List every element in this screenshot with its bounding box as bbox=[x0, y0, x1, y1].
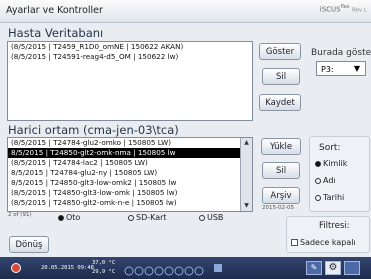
gear-icon[interactable]: ⚙ bbox=[325, 261, 341, 275]
filter-title: Filtresi: bbox=[319, 221, 350, 231]
window-title: Ayarlar ve Kontroller bbox=[6, 5, 103, 16]
delete-patient-button[interactable]: Sil bbox=[262, 68, 300, 85]
chevron-down-icon: ▼ bbox=[353, 64, 360, 73]
checkbox-icon bbox=[291, 239, 298, 246]
source-usb-radio[interactable]: USB bbox=[199, 213, 223, 222]
source-usb-label: USB bbox=[207, 213, 224, 222]
patient-db-title: Hasta Veritabanı bbox=[8, 26, 104, 40]
list-item[interactable]: 8/5/2015 | T24784-glu2-ny | 150805 LW) bbox=[8, 168, 252, 178]
sort-date-label: Tarihi bbox=[323, 193, 345, 202]
source-sd-label: SD-Kart bbox=[136, 213, 167, 222]
source-sd-radio[interactable]: SD-Kart bbox=[128, 213, 167, 222]
patient-db-list[interactable]: (8/5/2015 | T2459_R1D0_omNE | 150622 AKA… bbox=[7, 41, 253, 121]
radio-checked-icon bbox=[58, 215, 64, 221]
vial-icon bbox=[214, 264, 222, 272]
external-media-list[interactable]: (8/5/2015 | T24784-glu2-omko | 150805 LW… bbox=[7, 137, 253, 212]
power-icon[interactable] bbox=[11, 263, 21, 273]
list-item[interactable]: (8/5/2015 | T2459_R1D0_omNE | 150622 AKA… bbox=[8, 42, 252, 52]
brand-rev: Rev L bbox=[351, 7, 367, 14]
title-bar: Ayarlar ve Kontroller iSCUSflex Rev L bbox=[0, 0, 371, 23]
status-taskbar: 20.05.2015 09:48 37,0 °C 29,9 °C ✎ ⚙ bbox=[0, 257, 371, 279]
sort-title: Sort: bbox=[319, 143, 341, 153]
temperature-bottom: 29,9 °C bbox=[92, 269, 116, 275]
scroll-up-icon[interactable]: ▲ bbox=[241, 138, 252, 148]
only-closed-label: Sadece kapalı bbox=[300, 238, 356, 247]
list-item[interactable]: (8/5/2015 | T24784-glu2-omko | 150805 LW… bbox=[8, 138, 252, 148]
radio-unchecked-icon bbox=[199, 215, 205, 221]
sort-group: Sort: Kimlik Adı Tarihi bbox=[309, 136, 370, 212]
archive-date: 2015-02-05 bbox=[262, 205, 294, 211]
external-media-rows: (8/5/2015 | T24784-glu2-omko | 150805 LW… bbox=[8, 138, 252, 208]
radio-unchecked-icon bbox=[128, 215, 134, 221]
sort-date-radio[interactable]: Tarihi bbox=[315, 193, 344, 202]
only-closed-checkbox[interactable]: Sadece kapalı bbox=[291, 238, 356, 247]
list-item[interactable]: 8/5/2015 | T24850-glt3-low-omk2 | 150805… bbox=[8, 178, 252, 188]
sort-id-radio[interactable]: Kimlik bbox=[315, 159, 347, 168]
brand-name: iSCUS bbox=[319, 5, 341, 14]
scroll-down-icon[interactable]: ▼ bbox=[241, 201, 252, 211]
external-media-title: Harici ortam (cma-jen-03\tca) bbox=[8, 123, 179, 137]
sort-id-label: Kimlik bbox=[323, 159, 348, 168]
source-auto-radio[interactable]: Oto bbox=[58, 213, 80, 222]
archive-button[interactable]: Arşiv bbox=[262, 187, 300, 204]
radio-checked-icon bbox=[315, 161, 321, 167]
dropdown-value: P3: bbox=[321, 65, 334, 74]
list-item[interactable]: (8/5/2015 | T24850-glt3-low-omk | 150805… bbox=[8, 188, 252, 198]
brand-sup: flex bbox=[340, 4, 350, 10]
list-item[interactable]: (8/5/2015 | T24591-reag4-d5_OM | 150622 … bbox=[8, 52, 252, 62]
radio-unchecked-icon bbox=[315, 195, 321, 201]
radio-unchecked-icon bbox=[315, 178, 321, 184]
item-count: 2 of (91) bbox=[8, 212, 32, 218]
delete-media-button[interactable]: Sil bbox=[262, 162, 300, 179]
edit-icon[interactable]: ✎ bbox=[306, 261, 322, 275]
filter-group: Filtresi: Sadece kapalı bbox=[286, 216, 370, 253]
sample-slots-icon bbox=[123, 262, 211, 276]
list-scrollbar[interactable]: ▲ ▼ bbox=[240, 138, 252, 211]
list-item[interactable]: 8/5/2015 | T24850-glt2-omk-nma | 150805 … bbox=[8, 148, 252, 158]
back-button[interactable]: Dönüş bbox=[9, 236, 49, 253]
screen-icon[interactable] bbox=[344, 261, 360, 275]
temperature-top: 37,0 °C bbox=[92, 260, 116, 266]
source-auto-label: Oto bbox=[66, 213, 81, 222]
sort-name-label: Adı bbox=[323, 176, 336, 185]
show-here-label: Burada göster bbox=[311, 48, 371, 58]
taskbar-datetime: 20.05.2015 09:48 bbox=[41, 265, 94, 271]
save-button[interactable]: Kaydet bbox=[259, 94, 301, 111]
load-button[interactable]: Yükle bbox=[261, 138, 301, 155]
list-item[interactable]: (8/5/2015 | T24850-glt2-omk-n-e | 150805… bbox=[8, 198, 252, 208]
settings-window: Ayarlar ve Kontroller iSCUSflex Rev L Ha… bbox=[0, 0, 371, 279]
sample-slots-svg bbox=[124, 266, 204, 276]
display-target-dropdown[interactable]: P3: ▼ bbox=[316, 61, 366, 76]
list-item[interactable]: (8/5/2015 | T24784-lac2 | 150805 LW) bbox=[8, 158, 252, 168]
show-button[interactable]: Göster bbox=[259, 43, 301, 60]
sort-name-radio[interactable]: Adı bbox=[315, 176, 336, 185]
brand-logo: iSCUSflex Rev L bbox=[320, 4, 367, 13]
